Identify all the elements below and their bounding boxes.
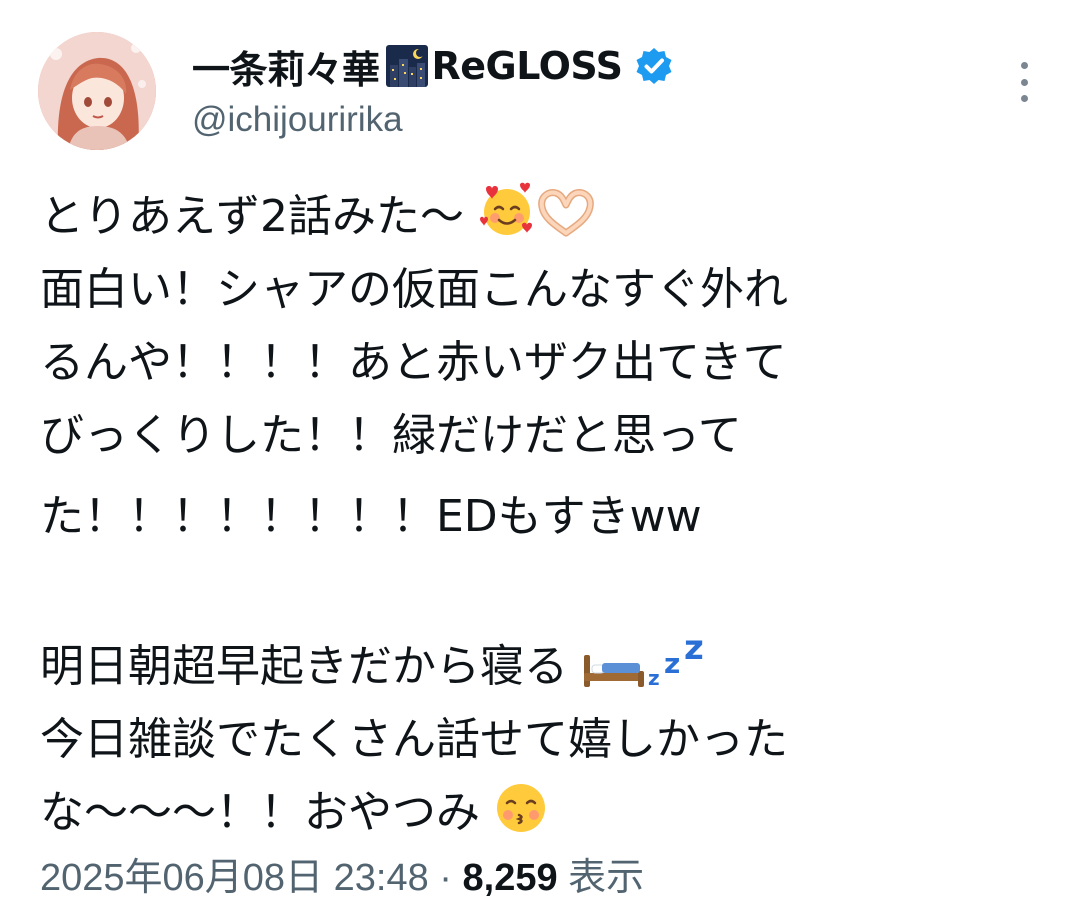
tweet-line-text: るんや！！！！あと赤いザク出てきて <box>40 337 787 388</box>
tweet-line-text: た！！！！！！！！EDもすきww <box>40 491 702 542</box>
tweet-line: 明日朝超早起きだから寝る z z z <box>40 628 1040 703</box>
tweet-line: 今日雑談でたくさん話せて嬉しかった <box>40 703 1040 776</box>
avatar[interactable] <box>38 32 156 150</box>
tweet-line-text: 明日朝超早起きだから寝る <box>40 641 568 692</box>
night-city-icon <box>385 45 428 87</box>
more-dot-icon <box>1020 62 1028 69</box>
tweet-line: びっくりした！！緑だけだと思って <box>40 399 1040 472</box>
more-dot-icon <box>1020 78 1028 86</box>
display-name-row[interactable]: 一条莉々華 ReGLOSS <box>192 38 674 94</box>
svg-text:z: z <box>684 633 704 668</box>
tweet-line-text: 今日雑談でたくさん話せて嬉しかった <box>40 714 788 765</box>
tweet-line: るんや！！！！あと赤いザク出てきて <box>40 326 1040 399</box>
display-name[interactable]: 一条莉々華 <box>192 39 380 94</box>
tweet-line: とりあえず2話みた〜 <box>40 180 1040 253</box>
user-handle[interactable]: @ichijouririka <box>192 100 674 140</box>
views-label: 表示 <box>568 857 645 899</box>
meta-separator: · <box>439 857 452 899</box>
avatar-illustration <box>38 32 156 150</box>
tweet-line: た！！！！！！！！EDもすきww <box>40 480 1040 553</box>
tweet-line: な〜〜〜！！おやつみ <box>40 776 1040 849</box>
views-count[interactable]: 8,259 <box>463 857 558 899</box>
verified-badge-icon <box>636 48 672 84</box>
tweet-line-text: 面白い！シャアの仮面こんなすぐ外れ <box>40 264 788 315</box>
more-options-button[interactable] <box>1012 62 1036 102</box>
tweet-header: 一条莉々華 ReGLOSS @ichijouririka <box>192 38 674 140</box>
tweet-line-text: びっくりした！！緑だけだと思って <box>40 410 742 461</box>
tweet-meta: 2025年06月08日 23:48 · 8,259 表示 <box>40 846 644 901</box>
tweet-line: 面白い！シャアの仮面こんなすぐ外れ <box>40 253 1040 326</box>
svg-text:z: z <box>664 647 680 680</box>
heart-hands-icon <box>536 187 596 261</box>
display-name-suffix[interactable]: ReGLOSS <box>432 44 623 88</box>
tweet-text: とりあえず2話みた〜 面白い！シャアの仮面こんなすぐ外れ るんや！！！！あと赤い… <box>40 180 1040 849</box>
smiling-face-with-hearts-icon <box>478 181 536 261</box>
tweet-line-text: とりあえず2話みた〜 <box>40 191 464 242</box>
tweet-line-text: な〜〜〜！！おやつみ <box>40 787 480 838</box>
more-dot-icon <box>1020 95 1028 102</box>
tweet-timestamp[interactable]: 2025年06月08日 23:48 <box>40 857 429 899</box>
zzz-icon: z z z <box>646 628 712 711</box>
svg-text:z: z <box>648 666 660 689</box>
bed-icon <box>582 638 646 711</box>
